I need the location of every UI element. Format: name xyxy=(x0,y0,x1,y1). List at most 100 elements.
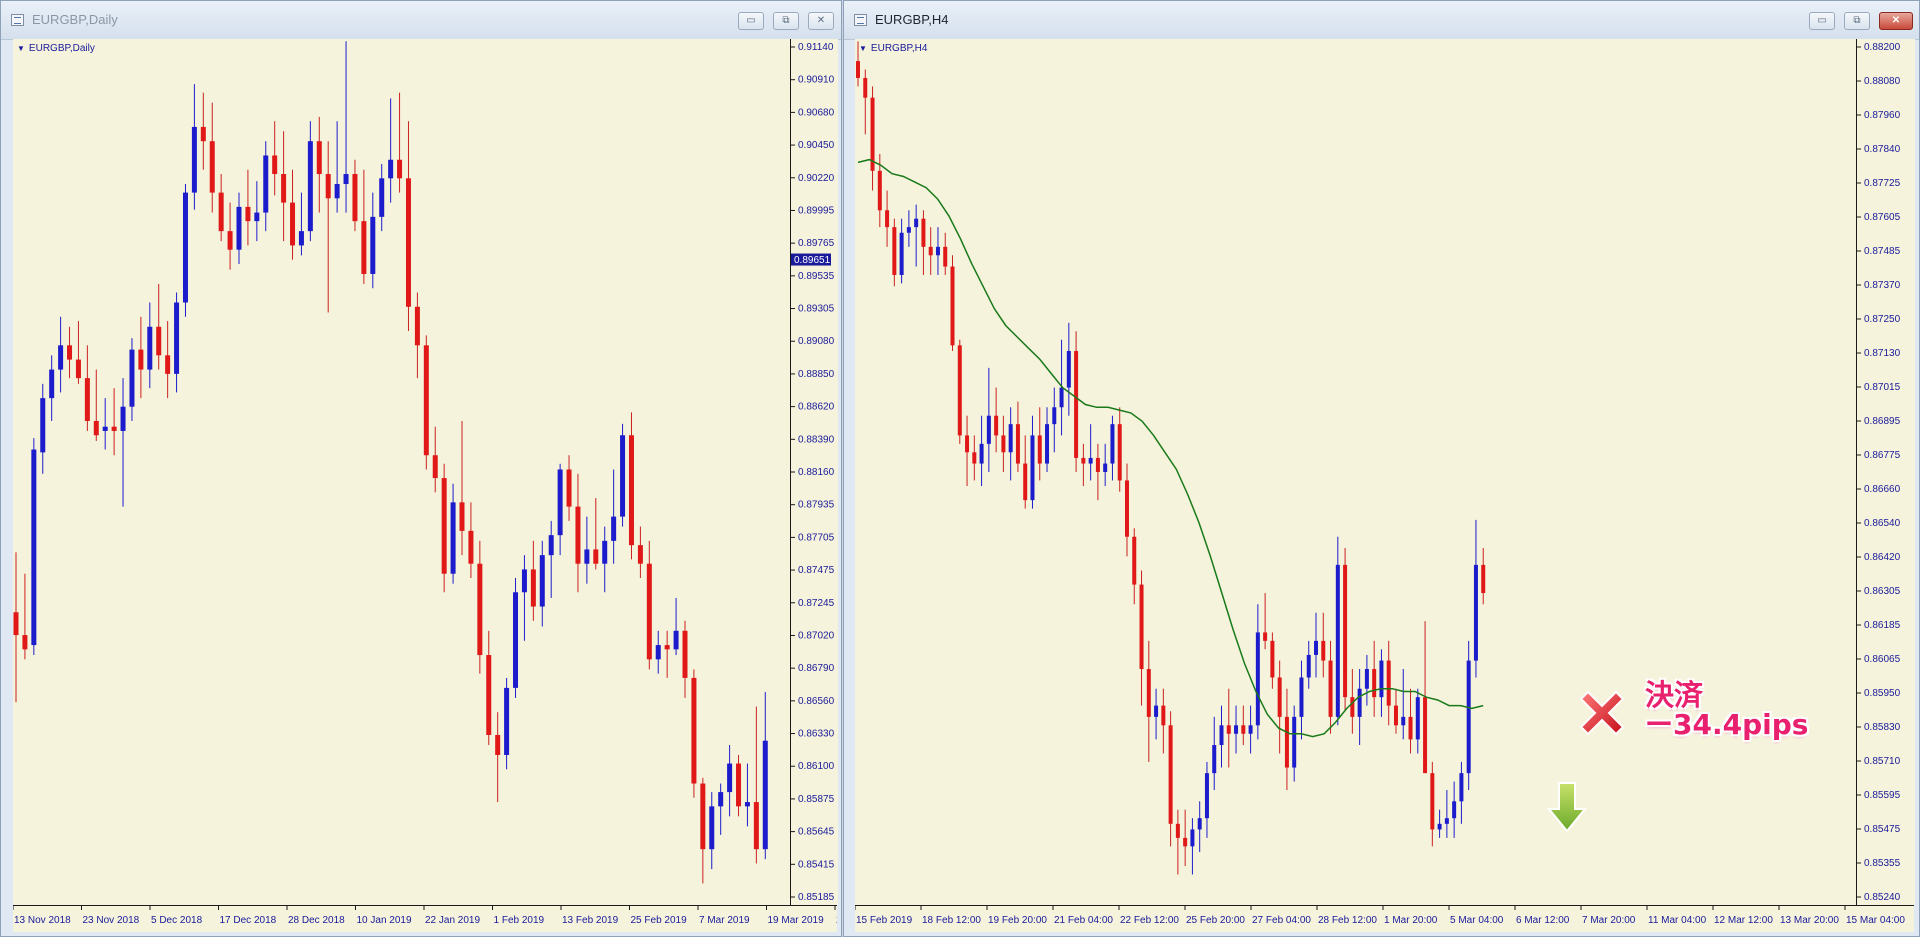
candle xyxy=(744,763,750,827)
price-tick-label: 0.86330 xyxy=(798,729,835,740)
candle-body xyxy=(700,783,706,850)
candle-body xyxy=(1401,716,1406,726)
candle xyxy=(1037,407,1042,481)
candle xyxy=(1270,632,1275,689)
pips-result: ー34.4pips xyxy=(1645,708,1809,742)
candle-body xyxy=(718,792,724,807)
time-tick-label: 21 Feb 04:00 xyxy=(1054,915,1113,926)
candle-body xyxy=(49,369,55,399)
candle-body xyxy=(539,555,545,607)
daily-plot-area[interactable]: ▼ EURGBP,Daily xyxy=(13,39,790,905)
daily-time-axis[interactable]: 13 Nov 2018 23 Nov 2018 5 Dec 2018 17 Dec 2… xyxy=(13,905,837,932)
candle-body xyxy=(1219,725,1224,746)
candle-body xyxy=(1197,818,1202,830)
minimize-button[interactable]: ▭ xyxy=(1809,12,1835,30)
down-arrow-icon xyxy=(1547,782,1587,833)
candle xyxy=(1030,415,1035,509)
candle xyxy=(504,677,510,770)
h4-plot-area[interactable]: ▼ EURGBP,H4 xyxy=(855,39,1856,905)
candle-body xyxy=(120,406,126,431)
candle-body xyxy=(1132,536,1137,585)
time-tick-label: 13 Nov 2018 xyxy=(14,915,71,926)
candle xyxy=(892,218,897,287)
daily-window-titlebar[interactable]: EURGBP,Daily ▭ ⧉ ✕ xyxy=(1,1,841,40)
close-button[interactable]: ✕ xyxy=(1879,12,1913,30)
candle-body xyxy=(1321,640,1326,661)
candle-body xyxy=(218,192,224,232)
time-tick-label: 19 Mar 2019 xyxy=(768,915,825,926)
candle xyxy=(352,159,358,232)
h4-price-axis[interactable]: 0.88200 0.88080 0.87960 0.87840 0.87725 0.876… xyxy=(1856,39,1915,905)
h4-time-axis[interactable]: 15 Feb 2019 18 Feb 12:00 19 Feb 20:00 21 Fe… xyxy=(855,905,1914,932)
candle-body xyxy=(1204,773,1209,819)
candle-body xyxy=(1088,457,1093,464)
candle xyxy=(361,169,367,284)
candle xyxy=(899,218,904,284)
current-price-label: 0.89651 xyxy=(794,255,831,266)
candle xyxy=(1415,688,1420,754)
price-tick-label: 0.87960 xyxy=(1864,110,1901,121)
h4-symbol-label[interactable]: ▼ EURGBP,H4 xyxy=(859,43,927,54)
price-tick-label: 0.91140 xyxy=(798,42,834,53)
candle xyxy=(147,302,153,389)
candle-body xyxy=(1161,705,1166,726)
candle xyxy=(682,620,688,698)
candle xyxy=(423,335,429,470)
moving-average-line xyxy=(857,158,1484,738)
price-tick-label: 0.87935 xyxy=(798,500,835,511)
candle-body xyxy=(414,306,420,346)
candle-body xyxy=(1001,435,1006,453)
candle xyxy=(334,121,340,213)
time-tick-label: 28 Feb 12:00 xyxy=(1318,915,1377,926)
candle xyxy=(1241,705,1246,746)
close-button[interactable]: ✕ xyxy=(808,12,834,30)
candle xyxy=(673,597,679,656)
candle-body xyxy=(1270,640,1275,678)
candle xyxy=(1161,688,1166,754)
daily-price-axis[interactable]: 0.91140 0.90910 0.90680 0.90450 0.90220 0.899… xyxy=(790,39,838,905)
candle xyxy=(1263,593,1268,650)
minimize-button[interactable]: ▭ xyxy=(738,12,764,30)
candle-body xyxy=(22,635,28,650)
price-tick-label: 0.86895 xyxy=(1864,416,1901,427)
candle-body xyxy=(664,645,670,650)
candle xyxy=(129,338,135,421)
candle-body xyxy=(441,478,447,574)
time-tick-label: 15 Mar 04:00 xyxy=(1846,915,1905,926)
price-tick-label: 0.87370 xyxy=(1864,280,1901,291)
candle xyxy=(928,227,933,275)
time-tick-label: 27 Feb 04:00 xyxy=(1252,915,1311,926)
candle-body xyxy=(102,426,108,431)
maximize-button[interactable]: ⧉ xyxy=(773,12,799,30)
daily-symbol-label[interactable]: ▼ EURGBP,Daily xyxy=(17,43,95,54)
candle-body xyxy=(1066,350,1071,388)
maximize-button[interactable]: ⧉ xyxy=(1844,12,1870,30)
candle-body xyxy=(899,232,904,275)
candle-body xyxy=(727,763,733,793)
candle xyxy=(943,232,948,275)
candle-body xyxy=(1263,632,1268,641)
h4-window-titlebar[interactable]: EURGBP,H4 ▭ ⧉ ✕ xyxy=(844,1,1919,40)
candle xyxy=(1277,660,1282,754)
daily-chart-window[interactable]: EURGBP,Daily ▭ ⧉ ✕ ▼ EURGBP,Daily 0.91140… xyxy=(0,0,842,937)
candle-body xyxy=(352,174,358,222)
candle xyxy=(655,630,661,674)
candle xyxy=(1146,640,1151,762)
time-tick-label: 1 Mar 20:00 xyxy=(1384,915,1438,926)
candle xyxy=(566,455,572,521)
candle xyxy=(93,369,99,441)
candle xyxy=(700,777,706,884)
candle xyxy=(397,92,403,193)
candle xyxy=(1401,669,1406,740)
h4-chart-window[interactable]: EURGBP,H4 ▭ ⧉ ✕ ▼ EURGBP,H4 0.88200 0.8808… xyxy=(843,0,1920,937)
candle-body xyxy=(1241,725,1246,734)
candle-body xyxy=(691,677,697,784)
candle-body xyxy=(521,569,527,593)
candle-body xyxy=(637,545,643,564)
candle xyxy=(1473,519,1478,678)
candle xyxy=(477,540,483,674)
candle xyxy=(1015,401,1020,472)
x-mark-icon xyxy=(1579,690,1625,736)
time-tick-label: 5 Mar 04:00 xyxy=(1450,915,1504,926)
price-tick-label: 0.86420 xyxy=(1864,552,1901,563)
